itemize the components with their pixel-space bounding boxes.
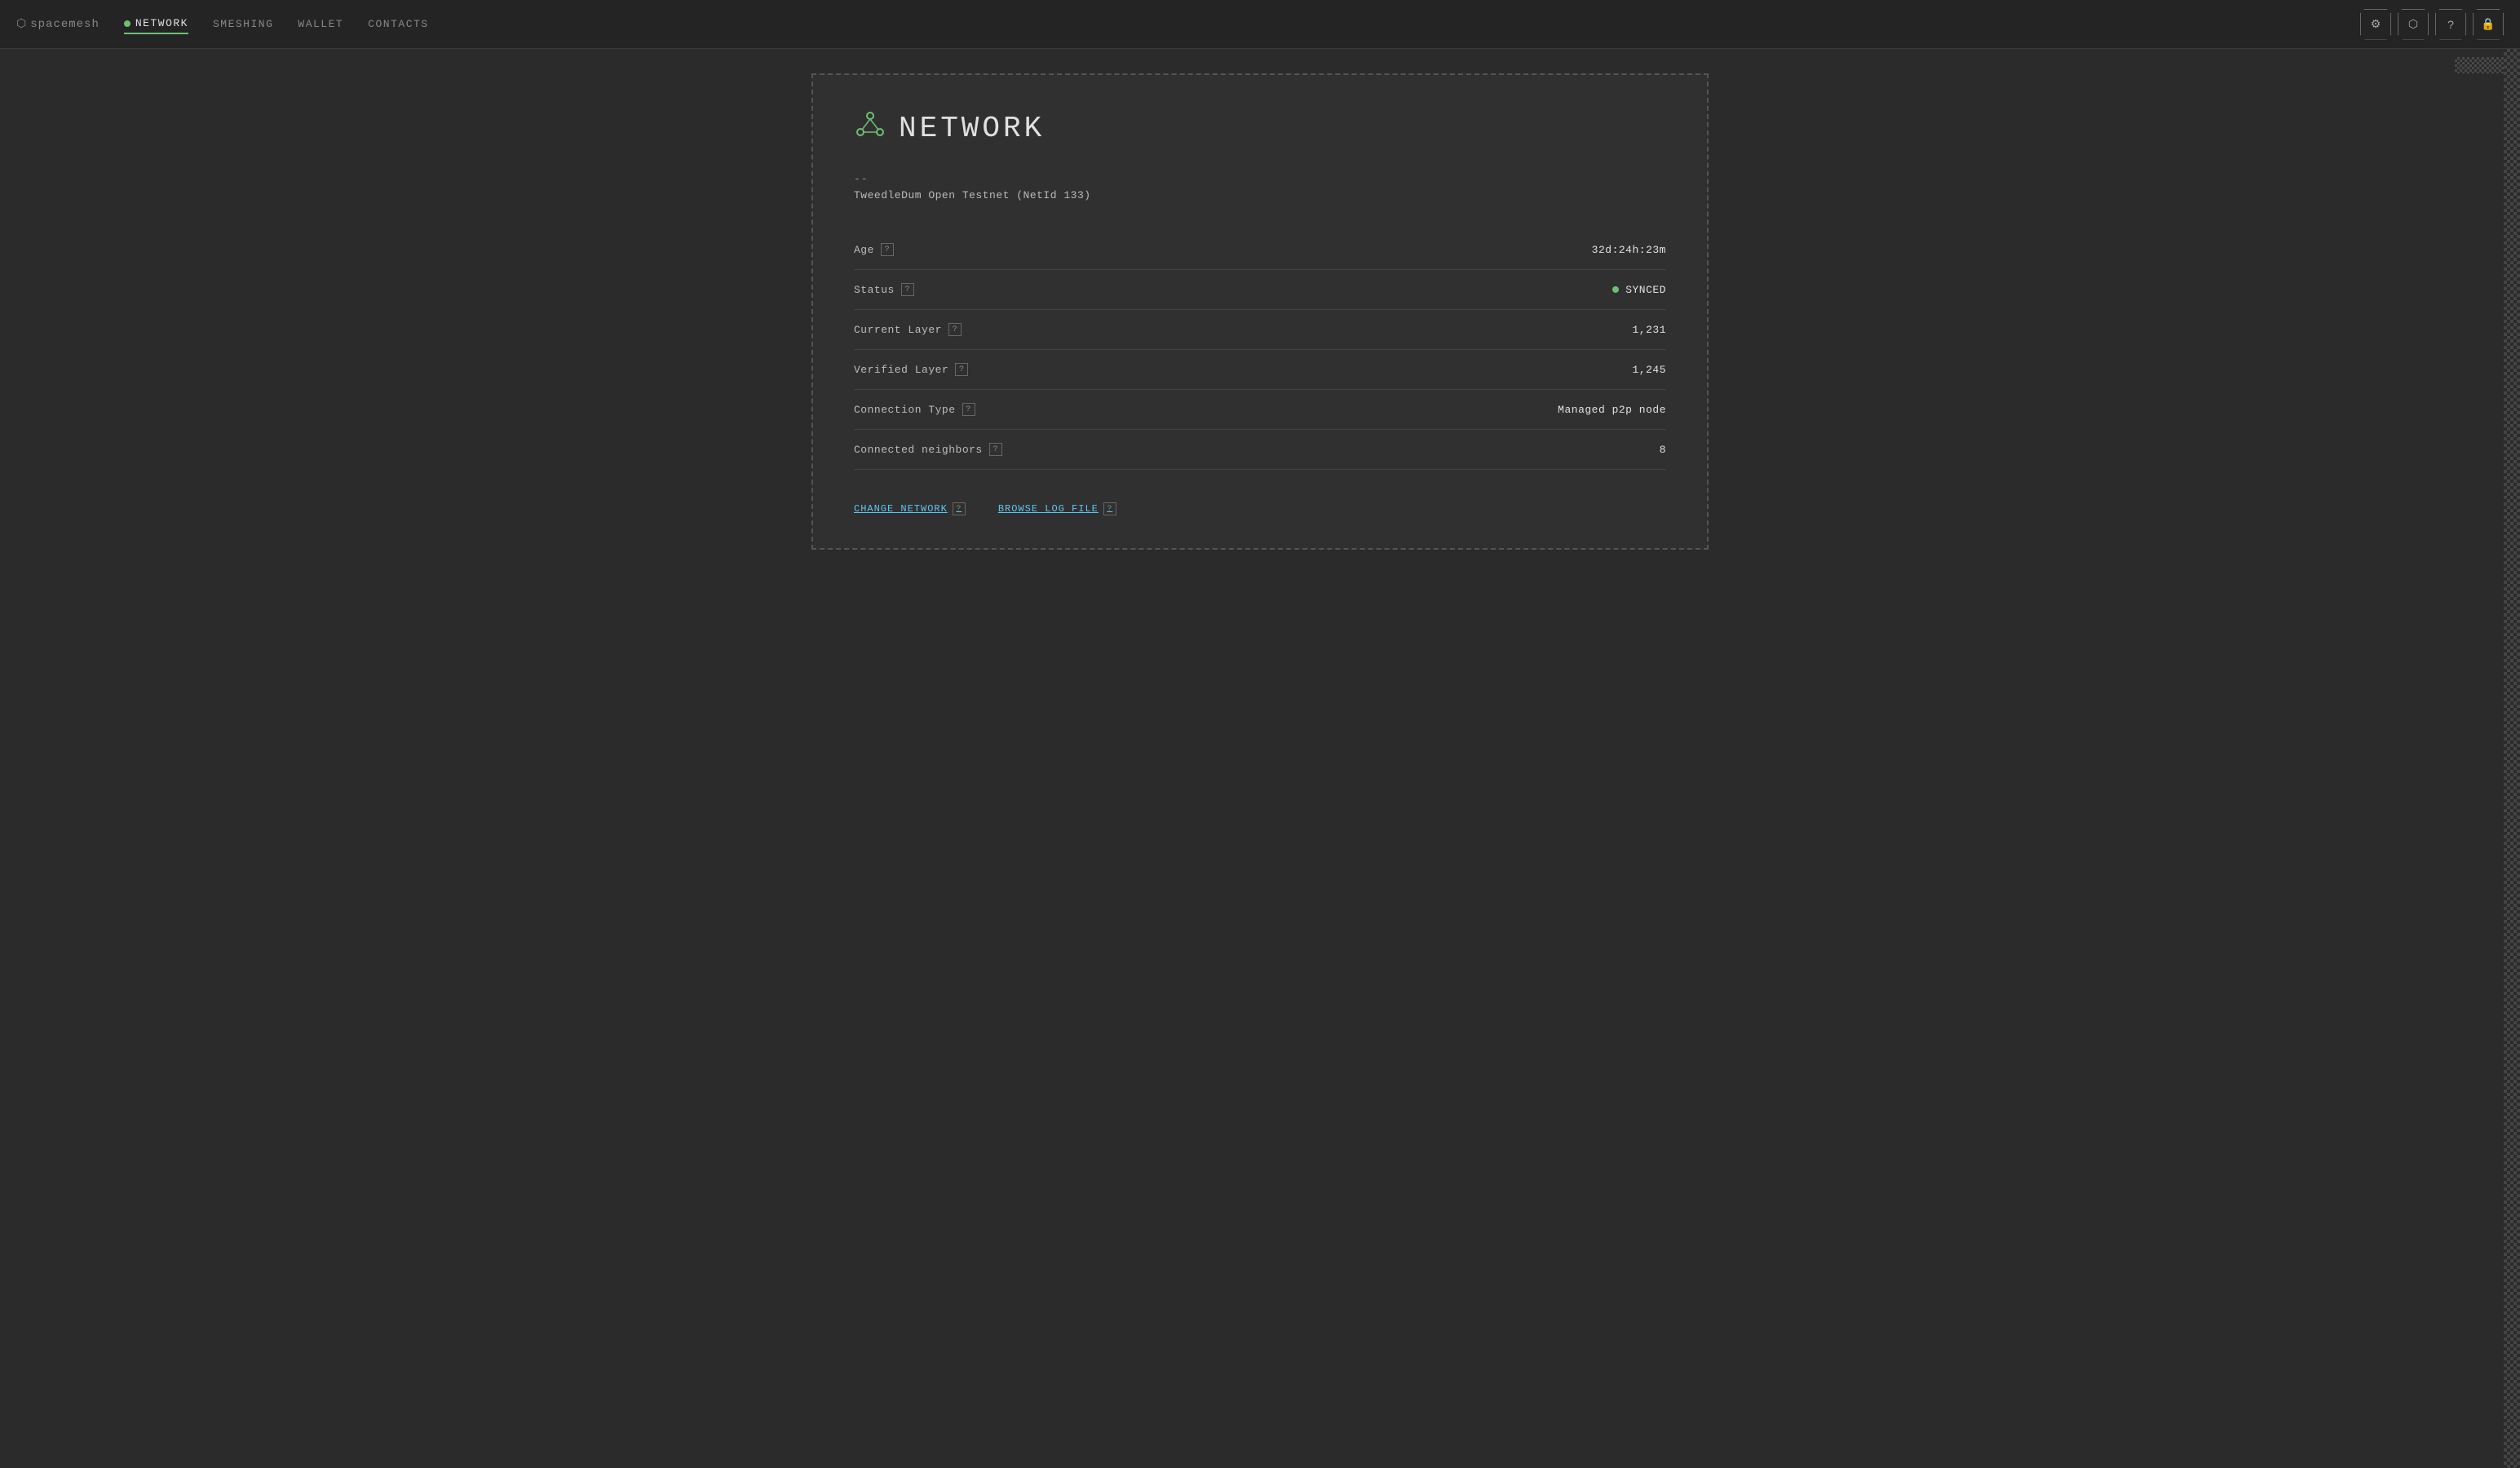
connection-type-help-icon[interactable]: ?: [962, 403, 975, 416]
settings-icon: ⚙: [2371, 17, 2381, 31]
settings-button[interactable]: ⚙: [2360, 9, 2391, 40]
info-row-connected-neighbors: Connected neighbors ? 8: [854, 430, 1666, 470]
nav-smeshing-label: SMESHING: [213, 18, 273, 30]
panel-network-name: TweedleDum Open Testnet (NetId 133): [854, 189, 1666, 201]
help-button[interactable]: ?: [2435, 9, 2466, 40]
status-help-icon[interactable]: ?: [901, 283, 914, 296]
verified-layer-value: 1,245: [1632, 364, 1666, 376]
panel-actions: CHANGE NETWORK ? BROWSE LOG FILE ?: [854, 502, 1666, 515]
current-layer-help-icon[interactable]: ?: [948, 323, 962, 336]
age-value: 32d:24h:23m: [1592, 244, 1666, 256]
status-value: SYNCED: [1612, 284, 1666, 296]
connected-neighbors-label: Connected neighbors ?: [854, 443, 1002, 456]
age-help-icon[interactable]: ?: [881, 243, 894, 256]
current-layer-value: 1,231: [1632, 324, 1666, 336]
node-button[interactable]: ⬡: [2398, 9, 2429, 40]
panel-header: NETWORK: [854, 108, 1666, 148]
nav-item-smeshing[interactable]: SMESHING: [213, 15, 273, 33]
info-row-verified-layer: Verified Layer ? 1,245: [854, 350, 1666, 390]
synced-dot: [1612, 286, 1619, 293]
current-layer-label: Current Layer ?: [854, 323, 962, 336]
nav-wallet-label: WALLET: [298, 18, 343, 30]
corner-decoration: [2455, 57, 2504, 73]
nav-items: NETWORK SMESHING WALLET CONTACTS: [124, 14, 2360, 34]
status-label: Status ?: [854, 283, 914, 296]
main-content: NETWORK -- TweedleDum Open Testnet (NetI…: [0, 49, 2520, 574]
change-network-link[interactable]: CHANGE NETWORK ?: [854, 502, 966, 515]
lock-button[interactable]: 🔒: [2473, 9, 2504, 40]
age-label: Age ?: [854, 243, 894, 256]
browse-log-help-icon[interactable]: ?: [1103, 502, 1116, 515]
info-row-status: Status ? SYNCED: [854, 270, 1666, 310]
logo-icon: ⬡: [16, 17, 27, 31]
change-network-help-icon[interactable]: ?: [953, 502, 966, 515]
navbar: ⬡ spacemesh NETWORK SMESHING WALLET CONT…: [0, 0, 2520, 49]
verified-layer-label: Verified Layer ?: [854, 363, 968, 376]
help-icon: ?: [2447, 18, 2454, 31]
nav-contacts-label: CONTACTS: [368, 18, 428, 30]
nav-item-contacts[interactable]: CONTACTS: [368, 15, 428, 33]
node-icon: ⬡: [2408, 17, 2418, 31]
panel-subtitle: --: [854, 173, 1666, 185]
lock-icon: 🔒: [2481, 17, 2495, 31]
nav-item-wallet[interactable]: WALLET: [298, 15, 343, 33]
nav-icon-buttons: ⚙ ⬡ ? 🔒: [2360, 9, 2504, 40]
info-row-current-layer: Current Layer ? 1,231: [854, 310, 1666, 350]
connected-neighbors-value: 8: [1660, 444, 1666, 456]
side-decoration: [2504, 49, 2520, 1468]
info-row-age: Age ? 32d:24h:23m: [854, 230, 1666, 270]
network-panel: NETWORK -- TweedleDum Open Testnet (NetI…: [811, 73, 1709, 550]
info-row-connection-type: Connection Type ? Managed p2p node: [854, 390, 1666, 430]
verified-layer-help-icon[interactable]: ?: [955, 363, 968, 376]
logo-text: spacemesh: [30, 18, 99, 31]
browse-log-link[interactable]: BROWSE LOG FILE ?: [998, 502, 1116, 515]
network-status-dot: [124, 20, 130, 27]
nav-network-label: NETWORK: [135, 17, 188, 29]
nav-item-network[interactable]: NETWORK: [124, 14, 188, 34]
network-hub-icon: [854, 108, 886, 148]
connection-type-label: Connection Type ?: [854, 403, 975, 416]
panel-title: NETWORK: [899, 112, 1045, 145]
connection-type-value: Managed p2p node: [1558, 404, 1666, 416]
app-logo: ⬡ spacemesh: [16, 17, 99, 31]
connected-neighbors-help-icon[interactable]: ?: [989, 443, 1002, 456]
